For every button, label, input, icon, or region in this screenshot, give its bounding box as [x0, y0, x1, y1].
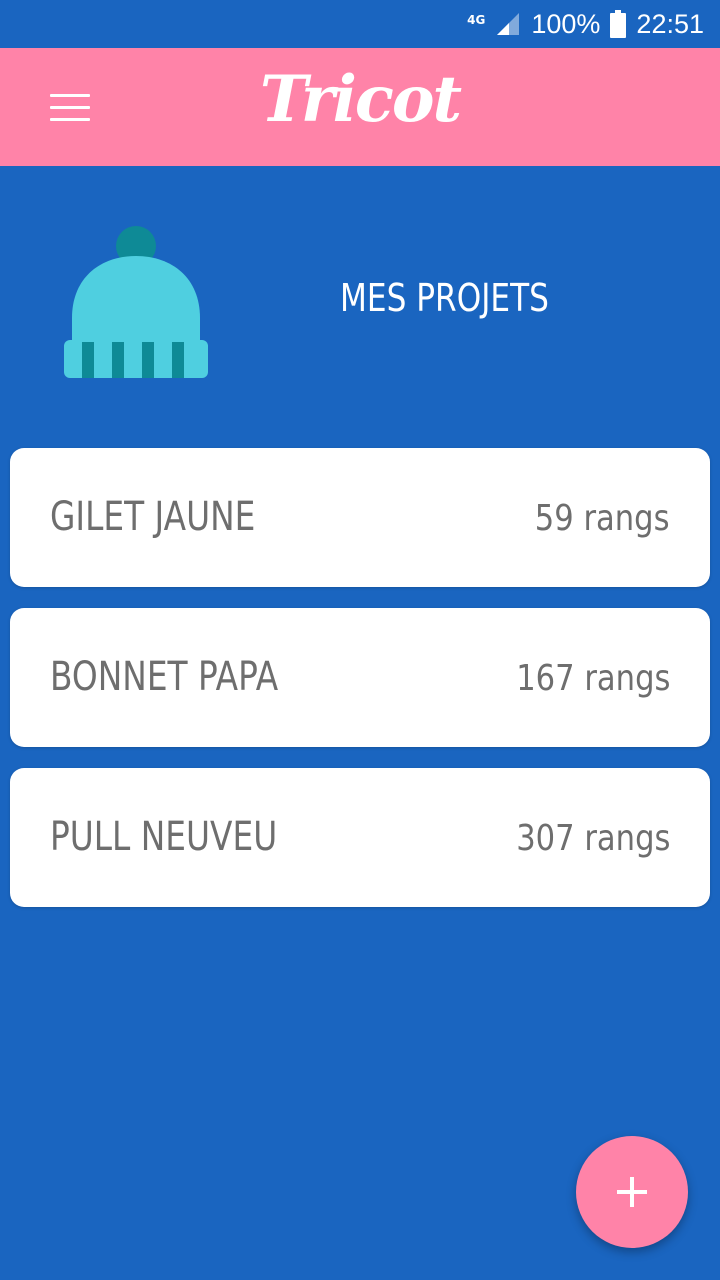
project-card[interactable]: BONNET PAPA 167 rangs — [10, 608, 710, 747]
project-name: PULL NEUVEU — [50, 814, 278, 860]
project-card[interactable]: GILET JAUNE 59 rangs — [10, 448, 710, 587]
project-list: GILET JAUNE 59 rangs BONNET PAPA 167 ran… — [10, 448, 710, 928]
network-type: 4G — [467, 13, 486, 27]
clock: 22:51 — [636, 8, 704, 39]
app-bar: Tricot — [0, 48, 720, 166]
project-row-count: 307 rangs — [515, 818, 670, 859]
project-card[interactable]: PULL NEUVEU 307 rangs — [10, 768, 710, 907]
project-name: GILET JAUNE — [50, 494, 256, 540]
battery-percent: 100% — [531, 8, 601, 39]
plus-icon — [576, 1136, 688, 1248]
beanie-hat-icon — [60, 222, 212, 382]
add-project-button[interactable] — [576, 1136, 688, 1248]
project-name: BONNET PAPA — [50, 654, 279, 700]
project-row-count: 167 rangs — [515, 658, 670, 699]
status-bar: 4G 100% 22:51 — [0, 0, 720, 48]
project-row-count: 59 rangs — [535, 498, 670, 539]
battery-icon — [610, 10, 627, 38]
status-icons: 4G 100% 22:51 — [467, 0, 704, 48]
app-screen: 4G 100% 22:51 Tricot MES PROJETS GILET J… — [0, 0, 720, 1280]
signal-icon — [495, 11, 521, 37]
section-title: MES PROJETS — [340, 276, 549, 320]
app-title: Tricot — [259, 62, 462, 137]
